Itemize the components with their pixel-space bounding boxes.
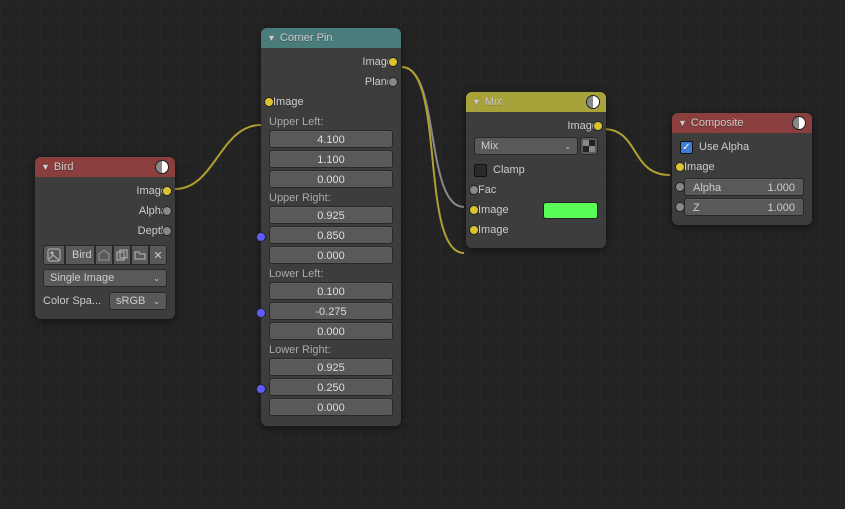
ur-y[interactable]: 0.850 (269, 226, 393, 244)
socket-in-z[interactable] (675, 202, 685, 212)
socket-out-alpha[interactable] (162, 206, 172, 216)
node-header[interactable]: ▼ Bird (35, 157, 175, 177)
preview-icon[interactable] (792, 116, 806, 130)
node-title: Composite (691, 113, 744, 133)
collapse-icon[interactable]: ▼ (472, 92, 481, 112)
node-title: Bird (54, 157, 74, 177)
alpha-field[interactable]: Alpha1.000 (684, 178, 804, 196)
open-icon[interactable] (131, 245, 149, 265)
node-header[interactable]: ▼ Composite (672, 113, 812, 133)
image-icon[interactable] (43, 245, 65, 265)
socket-in-alpha[interactable] (675, 182, 685, 192)
upper-right-label: Upper Right: (269, 192, 393, 204)
ul-y[interactable]: 1.100 (269, 150, 393, 168)
socket-in-fac[interactable] (469, 185, 479, 195)
preview-icon[interactable] (586, 95, 600, 109)
clamp-checkbox[interactable] (474, 164, 487, 177)
fake-user-icon[interactable] (95, 245, 113, 265)
image-name[interactable]: Bird (65, 245, 95, 265)
socket-in-ll[interactable] (256, 308, 266, 318)
socket-out-image[interactable] (593, 121, 603, 131)
image1-label: Image (474, 204, 543, 216)
image-datablock-row: Bird ✕ (43, 245, 167, 265)
image2-label: Image (474, 224, 509, 236)
unlink-icon[interactable]: ✕ (149, 245, 167, 265)
source-select[interactable]: Single Image⌄ (43, 269, 167, 287)
lower-right-label: Lower Right: (269, 344, 393, 356)
socket-in-ur[interactable] (256, 232, 266, 242)
node-header[interactable]: ▼ Corner Pin (261, 28, 401, 48)
input-image: Image (269, 96, 304, 108)
socket-in-image2[interactable] (469, 225, 479, 235)
colorspace-label: Color Spa... (43, 295, 105, 307)
node-header[interactable]: ▼ Mix (466, 92, 606, 112)
collapse-icon[interactable]: ▼ (678, 113, 687, 133)
use-alpha-checkbox[interactable]: ✓ (680, 141, 693, 154)
node-composite[interactable]: ▼ Composite ✓Use Alpha Image Alpha1.000 … (672, 113, 812, 225)
lower-left-label: Lower Left: (269, 268, 393, 280)
node-mix[interactable]: ▼ Mix Image Mix⌄ Clamp Fac Image Image (466, 92, 606, 248)
use-alpha-label: Use Alpha (699, 141, 749, 153)
socket-out-image[interactable] (162, 186, 172, 196)
lr-x[interactable]: 0.925 (269, 358, 393, 376)
socket-in-image1[interactable] (469, 205, 479, 215)
duplicate-icon[interactable] (113, 245, 131, 265)
clamp-label: Clamp (493, 164, 525, 176)
lr-y[interactable]: 0.250 (269, 378, 393, 396)
ll-z[interactable]: 0.000 (269, 322, 393, 340)
ul-z[interactable]: 0.000 (269, 170, 393, 188)
ul-x[interactable]: 4.100 (269, 130, 393, 148)
node-title: Corner Pin (280, 28, 333, 48)
chevron-down-icon: ⌄ (153, 297, 160, 306)
socket-out-depth[interactable] (162, 226, 172, 236)
node-corner-pin[interactable]: ▼ Corner Pin Image Plane Image Upper Lef… (261, 28, 401, 426)
input-image: Image (680, 161, 715, 173)
ur-x[interactable]: 0.925 (269, 206, 393, 224)
use-alpha-icon[interactable] (580, 137, 598, 155)
chevron-down-icon: ⌄ (564, 142, 571, 151)
socket-in-image[interactable] (264, 97, 274, 107)
lr-z[interactable]: 0.000 (269, 398, 393, 416)
ll-x[interactable]: 0.100 (269, 282, 393, 300)
socket-out-image[interactable] (388, 57, 398, 67)
collapse-icon[interactable]: ▼ (41, 157, 50, 177)
blend-mode-select[interactable]: Mix⌄ (474, 137, 578, 155)
ll-y[interactable]: -0.275 (269, 302, 393, 320)
z-field[interactable]: Z1.000 (684, 198, 804, 216)
preview-icon[interactable] (155, 160, 169, 174)
socket-in-lr[interactable] (256, 384, 266, 394)
collapse-icon[interactable]: ▼ (267, 28, 276, 48)
socket-out-plane[interactable] (388, 77, 398, 87)
node-title: Mix (485, 92, 502, 112)
colorspace-select[interactable]: sRGB⌄ (109, 292, 167, 310)
node-bird[interactable]: ▼ Bird Image Alpha Depth Bird ✕ Single I… (35, 157, 175, 319)
ur-z[interactable]: 0.000 (269, 246, 393, 264)
upper-left-label: Upper Left: (269, 116, 393, 128)
chevron-down-icon: ⌄ (153, 274, 160, 283)
color-swatch[interactable] (543, 202, 598, 219)
socket-in-image[interactable] (675, 162, 685, 172)
